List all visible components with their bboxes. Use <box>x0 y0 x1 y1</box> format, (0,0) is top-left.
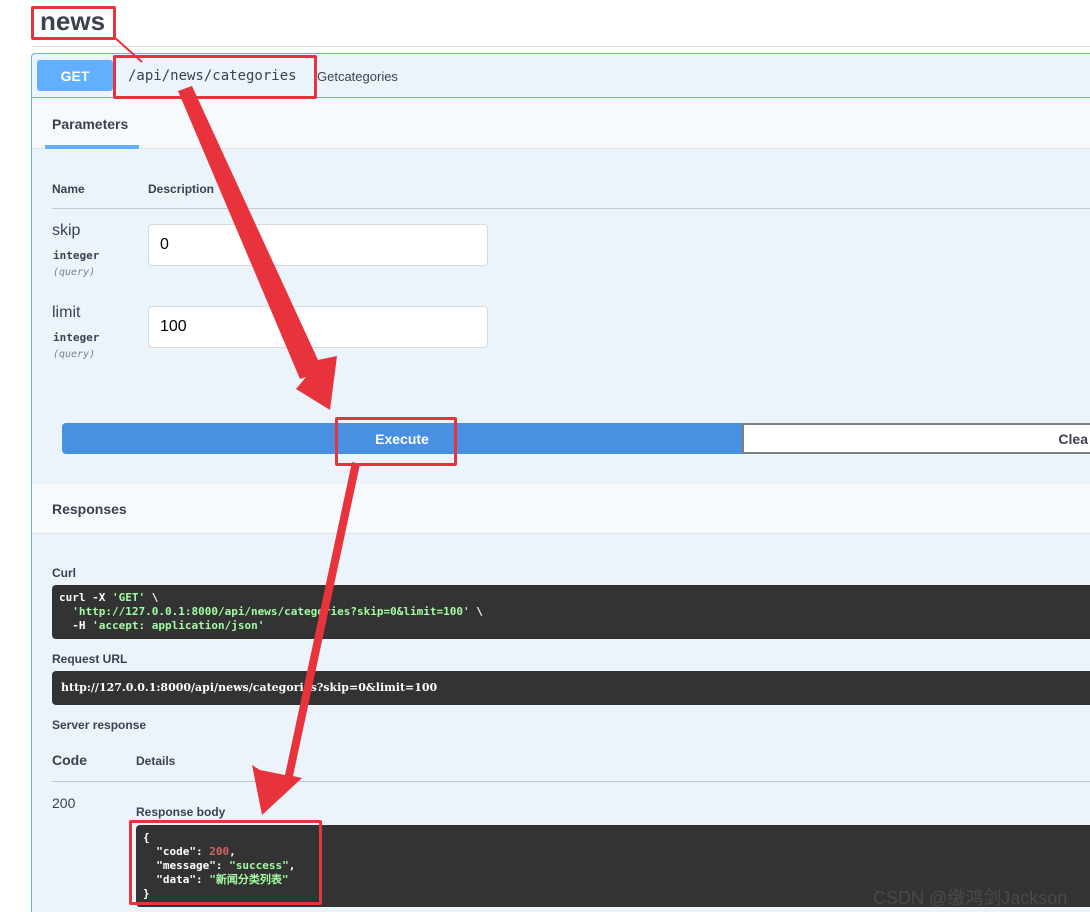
param-name-limit: limit <box>52 304 81 321</box>
request-url-label: Request URL <box>52 652 128 666</box>
json-key-message: "message" <box>156 859 216 872</box>
method-badge: GET <box>37 60 113 91</box>
json-key-code: "code" <box>156 845 196 858</box>
column-name-header: Name <box>52 182 85 196</box>
execute-button[interactable]: Execute <box>62 423 742 454</box>
tab-parameters[interactable]: Parameters <box>52 116 128 132</box>
curl-command: curl -X <box>59 591 112 604</box>
request-url-code[interactable]: http://127.0.0.1:8000/api/news/categorie… <box>52 671 1090 705</box>
endpoint-summary: Getcategories <box>317 69 398 84</box>
curl-continuation: \ <box>145 591 159 604</box>
responses-title: Responses <box>52 501 127 517</box>
responses-header: Responses <box>32 484 1090 534</box>
curl-url: 'http://127.0.0.1:8000/api/news/categori… <box>72 605 470 618</box>
response-body-label: Response body <box>136 805 226 819</box>
curl-continuation: \ <box>469 605 483 618</box>
param-type-skip: integer <box>53 249 100 262</box>
server-response-label: Server response <box>52 718 147 732</box>
tag-divider <box>32 46 1090 47</box>
clear-button[interactable]: Clea <box>742 423 1090 454</box>
json-value-message: "success" <box>229 859 289 872</box>
curl-method: 'GET' <box>111 591 146 604</box>
operation-block: GET /api/news/categories Getcategories P… <box>31 53 1090 912</box>
execute-wrapper: Execute Clea <box>62 423 1090 454</box>
parameters-divider <box>52 208 1090 209</box>
param-location-limit: (query) <box>53 349 96 360</box>
tag-title[interactable]: news <box>40 6 105 37</box>
curl-header-flag: -H <box>59 619 93 632</box>
json-value-data: "新闻分类列表" <box>209 873 289 886</box>
column-description-header: Description <box>148 182 215 196</box>
column-details-header: Details <box>136 754 176 768</box>
parameters-header: Parameters <box>32 99 1090 149</box>
column-code-header: Code <box>52 752 87 768</box>
param-name-skip: skip <box>52 222 81 239</box>
operation-summary[interactable]: GET /api/news/categories Getcategories <box>32 54 1090 98</box>
param-type-limit: integer <box>53 331 100 344</box>
skip-input[interactable]: 0 <box>148 224 488 266</box>
json-open-brace: { <box>143 831 150 844</box>
json-value-code: 200 <box>209 845 230 858</box>
json-key-data: "data" <box>156 873 196 886</box>
curl-header-value: 'accept: application/json' <box>92 619 265 632</box>
limit-input[interactable]: 100 <box>148 306 488 348</box>
endpoint-path: /api/news/categories <box>128 68 297 84</box>
curl-code[interactable]: curl -X 'GET' \ 'http://127.0.0.1:8000/a… <box>52 585 1090 639</box>
request-url: http://127.0.0.1:8000/api/news/categorie… <box>61 681 438 694</box>
curl-label: Curl <box>52 566 76 580</box>
tab-active-underline <box>45 145 139 149</box>
status-code: 200 <box>52 795 76 811</box>
watermark: CSDN @缴鸿剑Jackson <box>873 888 1068 908</box>
param-location-skip: (query) <box>53 267 96 278</box>
response-table-divider <box>52 781 1090 782</box>
